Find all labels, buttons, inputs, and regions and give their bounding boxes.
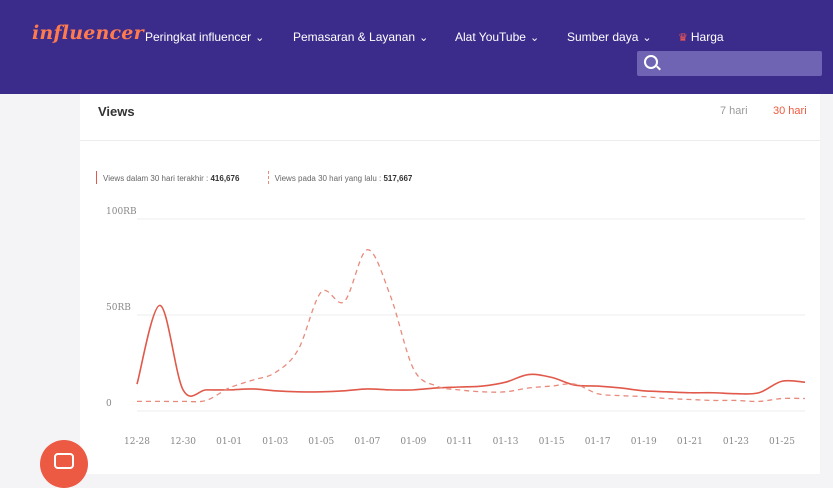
chevron-down-icon: ⌄ xyxy=(642,32,652,44)
x-tick-label: 01-09 xyxy=(400,437,426,447)
chevron-down-icon: ⌄ xyxy=(529,32,540,44)
top-navigation-bar: influencer Peringkat influencer ⌄ Pemasar… xyxy=(0,0,833,94)
series-line-previous-period xyxy=(137,249,806,403)
x-tick-label: 01-23 xyxy=(723,437,749,447)
chat-button[interactable] xyxy=(40,440,88,488)
nav-sumber-daya[interactable]: Sumber daya ⌄ xyxy=(567,30,652,44)
chevron-down-icon: ⌄ xyxy=(255,32,265,44)
brand-logo[interactable]: influencer xyxy=(32,22,144,44)
y-tick-label: 50RB xyxy=(106,303,131,313)
nav-alat-youtube[interactable]: Alat YouTube ⌄ xyxy=(455,30,539,44)
x-tick-label: 12-28 xyxy=(124,437,150,447)
nav-label: Alat YouTube xyxy=(455,30,526,44)
x-tick-label: 01-03 xyxy=(262,437,288,447)
nav-label: Harga xyxy=(690,30,724,44)
nav-peringkat-influencer[interactable]: Peringkat influencer ⌄ xyxy=(145,30,264,44)
nav-label: Peringkat influencer xyxy=(145,30,252,44)
nav-harga[interactable]: ♛ Harga xyxy=(678,30,724,44)
x-tick-label: 01-21 xyxy=(677,437,703,447)
x-tick-label: 01-05 xyxy=(308,437,334,447)
x-tick-label: 01-07 xyxy=(354,437,380,447)
x-tick-label: 01-19 xyxy=(631,437,657,447)
series-line-current-period xyxy=(136,304,806,397)
x-tick-label: 01-15 xyxy=(539,437,565,447)
x-tick-label: 01-01 xyxy=(216,437,242,447)
x-tick-label: 01-13 xyxy=(493,437,519,447)
crown-icon: ♛ xyxy=(678,32,688,44)
x-tick-label: 01-11 xyxy=(447,437,473,447)
nav-label: Pemasaran & Layanan xyxy=(293,30,416,44)
nav-label: Sumber daya xyxy=(567,30,639,44)
chat-icon xyxy=(54,453,74,469)
views-card: Views 7 hari 30 hari Views dalam 30 hari… xyxy=(80,94,820,474)
chevron-down-icon: ⌄ xyxy=(419,32,429,44)
x-tick-label: 12-30 xyxy=(170,437,196,447)
search-icon[interactable] xyxy=(644,55,658,69)
x-tick-label: 01-25 xyxy=(769,437,795,447)
search-input[interactable] xyxy=(665,51,819,78)
nav-pemasaran-layanan[interactable]: Pemasaran & Layanan ⌄ xyxy=(293,30,428,44)
x-tick-label: 01-17 xyxy=(585,437,611,447)
y-tick-label: 0 xyxy=(106,399,112,409)
views-line-chart: 0 50RB 100RB 12-28 12-30 01-01 01-03 01-05 01-07… xyxy=(106,207,806,447)
y-tick-label: 100RB xyxy=(106,207,137,217)
search-box[interactable] xyxy=(637,51,822,78)
